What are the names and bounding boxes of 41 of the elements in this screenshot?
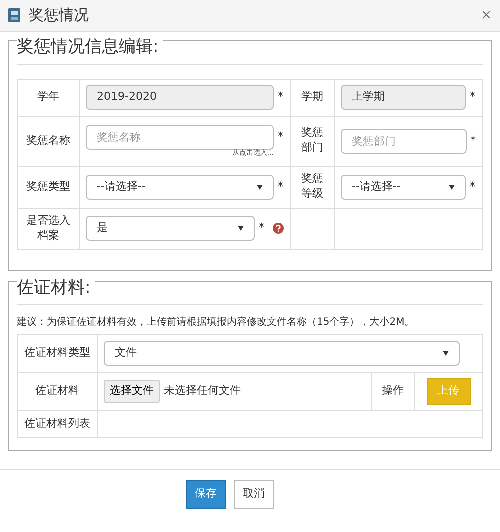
help-icon[interactable] xyxy=(273,223,284,234)
field-label: 佐证材料列表 xyxy=(18,410,98,438)
field-label: 学期 xyxy=(290,79,334,116)
select-field[interactable]: 是 xyxy=(86,216,255,241)
section-legend: 奖惩情况信息编辑: xyxy=(17,39,163,56)
file-status: 未选择任何文件 xyxy=(164,383,241,400)
field-label: 学年 xyxy=(18,79,80,116)
required-mark: * xyxy=(470,132,476,149)
caret-icon xyxy=(449,184,455,190)
text-field[interactable]: 奖惩名称 xyxy=(86,125,274,150)
save-button[interactable]: 保存 xyxy=(186,480,226,508)
field-label: 奖惩名称 xyxy=(18,116,80,166)
select-field[interactable]: --请选择-- xyxy=(341,174,466,200)
cancel-button[interactable]: 取消 xyxy=(234,480,274,508)
required-mark: * xyxy=(470,89,476,106)
dialog-icon xyxy=(8,8,21,23)
advice-text: 建议：为保证佐证材料有效，上传前请根据填报内容修改文件名称（15个字），大小2M。 xyxy=(17,316,416,330)
close-button[interactable]: × xyxy=(481,6,492,26)
caret-icon xyxy=(238,226,244,231)
field-label: 佐证材料 xyxy=(18,372,98,410)
window-title: 奖惩情况 xyxy=(29,5,89,26)
caret-icon xyxy=(443,351,449,356)
choose-file-button[interactable]: 选择文件 xyxy=(104,380,160,403)
select-field[interactable]: --请选择-- xyxy=(86,174,274,200)
required-mark: * xyxy=(470,178,476,195)
field-label: 奖惩类型 xyxy=(18,166,80,208)
column-label: 操作 xyxy=(372,372,414,410)
text-field[interactable]: 奖惩部门 xyxy=(341,128,466,154)
field-label: 奖惩部门 xyxy=(290,116,334,166)
select-field[interactable]: 文件 xyxy=(104,341,460,366)
readonly-field: 上学期 xyxy=(341,85,466,110)
required-mark: * xyxy=(259,220,265,236)
required-mark: * xyxy=(278,129,284,146)
readonly-field: 2019-2020 xyxy=(86,85,274,110)
caret-icon xyxy=(257,184,263,190)
field-label: 佐证材料类型 xyxy=(18,334,98,372)
section-legend: 佐证材料: xyxy=(17,280,95,296)
field-label: 是否选入档案 xyxy=(18,208,80,249)
field-label: 奖惩等级 xyxy=(290,166,334,208)
required-mark: * xyxy=(278,178,284,195)
required-mark: * xyxy=(278,89,284,106)
